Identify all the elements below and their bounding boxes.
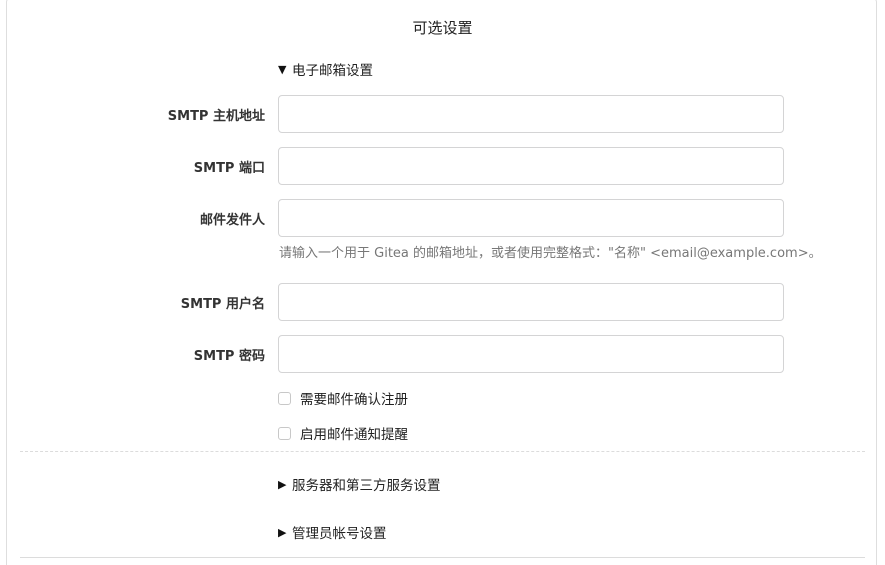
install-page: 可选设置 ▼ 电子邮箱设置 SMTP 主机地址 SMTP 端口 邮件发件人 请输…	[0, 0, 885, 565]
smtp-host-input[interactable]	[278, 95, 784, 133]
caret-right-icon: ▶	[278, 477, 287, 491]
mail-from-help-text: 请输入一个用于 Gitea 的邮箱地址，或者使用完整格式："名称" <email…	[279, 246, 822, 261]
email-settings-summary: 电子邮箱设置	[292, 63, 373, 79]
register-confirm-label: 需要邮件确认注册	[300, 392, 408, 408]
mail-notify-checkbox[interactable]	[278, 426, 291, 440]
smtp-port-label: SMTP 端口	[193, 161, 265, 176]
section-title: 可选设置	[412, 19, 473, 37]
server-settings-toggle[interactable]: ▶ 服务器和第三方服务设置	[278, 474, 441, 494]
admin-settings-toggle[interactable]: ▶ 管理员帐号设置	[278, 522, 387, 542]
section-divider	[20, 451, 865, 452]
smtp-password-input[interactable]	[278, 335, 784, 373]
server-settings-summary: 服务器和第三方服务设置	[292, 478, 441, 494]
admin-settings-summary: 管理员帐号设置	[292, 526, 387, 542]
smtp-user-input[interactable]	[278, 283, 784, 321]
mail-from-input[interactable]	[278, 199, 784, 237]
smtp-host-label: SMTP 主机地址	[167, 109, 265, 124]
register-confirm-checkbox[interactable]	[278, 391, 291, 405]
smtp-port-input[interactable]	[278, 147, 784, 185]
register-confirm-option[interactable]: 需要邮件确认注册	[278, 388, 408, 408]
smtp-user-label: SMTP 用户名	[180, 297, 265, 312]
email-settings-toggle[interactable]: ▼ 电子邮箱设置	[278, 59, 373, 79]
bottom-divider	[20, 557, 865, 558]
mail-notify-label: 启用邮件通知提醒	[300, 427, 408, 443]
mail-notify-option[interactable]: 启用邮件通知提醒	[278, 423, 408, 443]
mail-from-label: 邮件发件人	[199, 213, 265, 228]
caret-down-icon: ▼	[278, 62, 287, 76]
caret-right-icon: ▶	[278, 525, 287, 539]
smtp-password-label: SMTP 密码	[193, 349, 265, 364]
